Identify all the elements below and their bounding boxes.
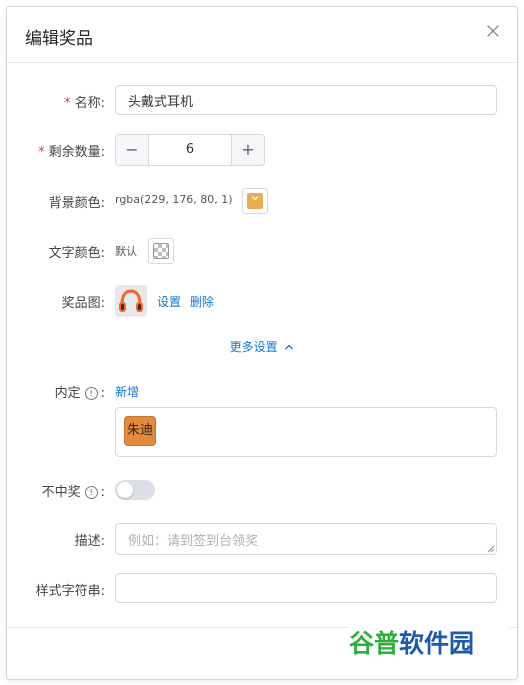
no-win-switch[interactable] xyxy=(115,480,155,500)
set-image-link[interactable]: 设置 xyxy=(157,293,181,310)
edit-prize-dialog: 编辑奖品 *名称: *剩余数量: − 6 + 背景颜色: rgba(229, 1… xyxy=(6,6,518,680)
switch-knob xyxy=(117,482,133,498)
form-row-bg-color: 背景颜色: rgba(229, 176, 80, 1) xyxy=(7,185,517,217)
more-settings-button[interactable]: 更多设置 xyxy=(230,340,295,354)
internal-tags-box[interactable]: 朱迪 xyxy=(115,407,497,457)
description-label: 描述: xyxy=(74,534,105,549)
dialog-header: 编辑奖品 xyxy=(7,7,517,63)
color-swatch xyxy=(247,193,263,209)
form-row-style-string: 样式字符串: xyxy=(7,573,517,605)
watermark-part2: 软件园 xyxy=(399,629,475,658)
no-win-label: 不中奖!: xyxy=(42,481,105,500)
headphones-icon xyxy=(115,285,147,317)
text-color-label: 文字颜色: xyxy=(48,246,105,261)
prize-image-label: 奖品图: xyxy=(61,296,105,311)
prize-image-thumbnail[interactable] xyxy=(115,285,147,317)
name-label-text: 名称: xyxy=(74,96,105,111)
info-icon[interactable]: ! xyxy=(84,387,98,400)
form-row-quantity: * 剩余数量: − 6 + xyxy=(7,134,517,166)
required-mark: * xyxy=(38,145,45,160)
style-string-input[interactable] xyxy=(115,573,497,603)
name-input[interactable] xyxy=(115,85,497,115)
form-row-prize-image: 奖品图: 设置 删除 xyxy=(7,285,517,317)
form-row-text-color: 文字颜色: 默认 xyxy=(7,235,517,267)
quantity-label-text: 剩余数量: xyxy=(48,145,105,160)
delete-image-link[interactable]: 删除 xyxy=(190,293,214,310)
more-settings-toggle: 更多设置 xyxy=(7,338,517,355)
dialog-title: 编辑奖品 xyxy=(25,29,93,49)
name-label: * 名称: xyxy=(64,92,105,111)
watermark-part1: 谷普 xyxy=(349,629,400,658)
form-row-no-win: 不中奖!: xyxy=(7,474,517,506)
quantity-value[interactable]: 6 xyxy=(148,135,232,165)
form-row-internal: 内定!: 新增 xyxy=(7,375,517,407)
decrement-button[interactable]: − xyxy=(116,135,149,165)
bg-color-picker[interactable] xyxy=(242,188,268,214)
no-win-label-text: 不中奖 xyxy=(41,485,81,500)
info-icon[interactable]: ! xyxy=(84,486,98,499)
required-mark: * xyxy=(64,96,71,111)
watermark-logo: 谷普软件园 xyxy=(349,622,509,666)
description-textarea[interactable] xyxy=(115,523,497,555)
resize-handle-icon[interactable] xyxy=(487,545,495,553)
bg-color-label: 背景颜色: xyxy=(48,196,105,211)
style-string-label: 样式字符串: xyxy=(35,584,105,599)
internal-tag[interactable]: 朱迪 xyxy=(124,416,156,446)
more-settings-label: 更多设置 xyxy=(229,340,278,354)
chevron-down-icon xyxy=(247,194,263,204)
text-color-picker[interactable] xyxy=(148,238,174,264)
quantity-label: * 剩余数量: xyxy=(38,141,105,160)
transparent-swatch-icon xyxy=(153,243,169,259)
text-color-value: 默认 xyxy=(115,245,137,258)
internal-label-text: 内定 xyxy=(54,386,81,401)
close-button[interactable] xyxy=(483,21,503,41)
close-icon xyxy=(487,25,499,37)
quantity-stepper: − 6 + xyxy=(115,134,265,166)
internal-label: 内定!: xyxy=(55,382,105,401)
chevron-up-icon xyxy=(285,344,294,350)
form-row-name: * 名称: xyxy=(7,85,517,117)
add-internal-link[interactable]: 新增 xyxy=(115,383,139,400)
no-win-label-suffix: : xyxy=(100,485,105,500)
internal-label-suffix: : xyxy=(100,386,105,401)
increment-button[interactable]: + xyxy=(231,135,264,165)
bg-color-value: rgba(229, 176, 80, 1) xyxy=(115,193,233,206)
